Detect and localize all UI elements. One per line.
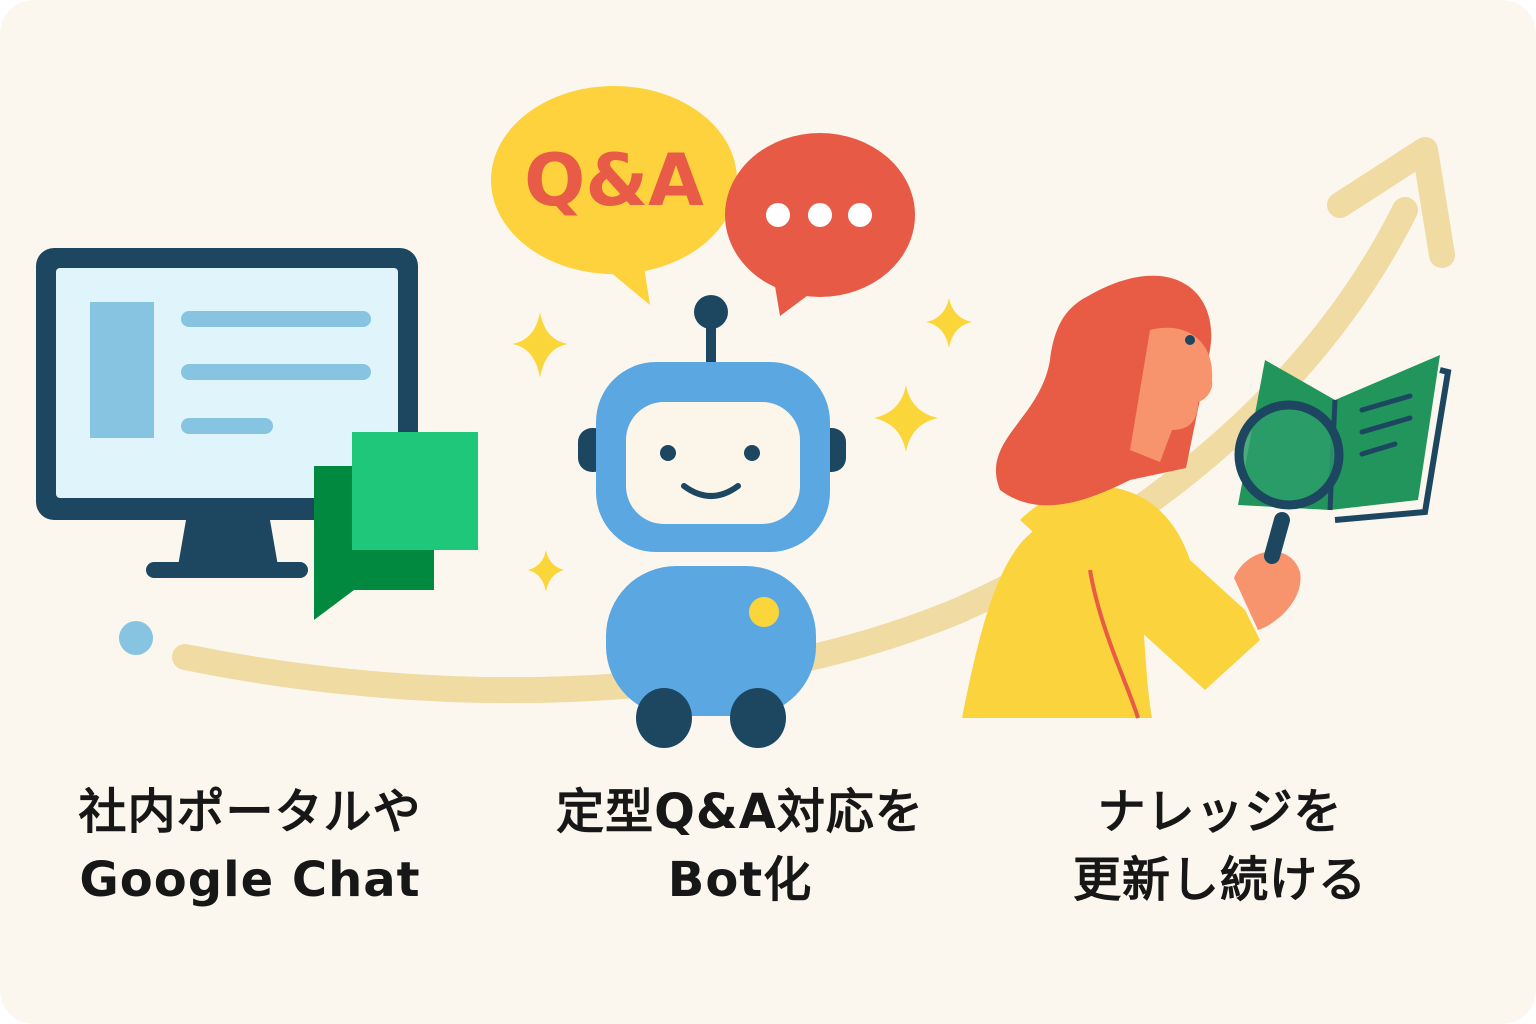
start-dot (119, 621, 153, 655)
qa-bubble-text: Q&A (524, 138, 704, 222)
step-3-line-2: 更新し続ける (1072, 852, 1367, 908)
step-3-line-1: ナレッジを (1097, 784, 1343, 840)
step-1-caption: 社内ポータルや Google Chat (30, 778, 470, 914)
step-2-caption: 定型Q&A対応を Bot化 (510, 778, 970, 914)
step-1-line-1: 社内ポータルや (78, 784, 422, 840)
step-2-line-2: Bot化 (667, 852, 813, 908)
diagram-canvas: Q&A 社内ポータルや Google Chat 定型Q&A対応を Bot化 ナレ… (0, 0, 1536, 1024)
step-3-caption: ナレッジを 更新し続ける (1010, 778, 1430, 914)
step-2-line-1: 定型Q&A対応を (556, 784, 924, 840)
step-1-line-2: Google Chat (79, 852, 421, 908)
